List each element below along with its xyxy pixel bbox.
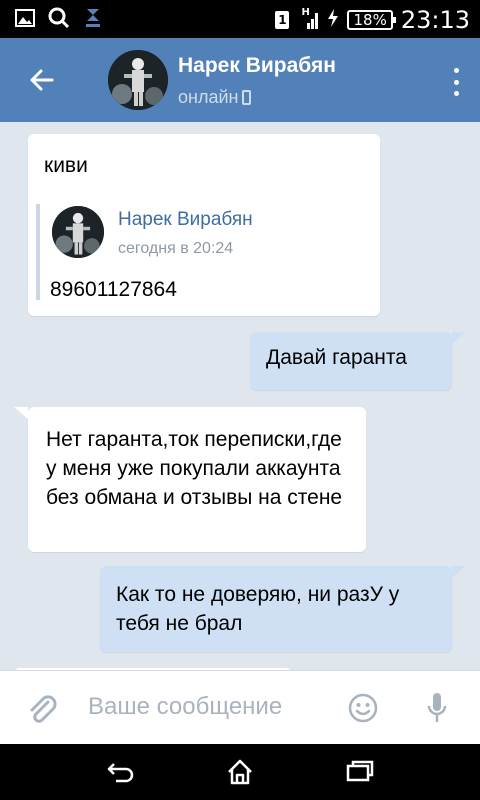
chat-header: Нарек Вирабян онлайн (0, 38, 480, 122)
outgoing-message[interactable]: Как то не доверяю, ни разУ у тебя не бра… (100, 566, 452, 652)
message-input[interactable]: Ваше сообщение (88, 693, 282, 721)
charging-icon (327, 8, 339, 32)
forward-divider (36, 204, 40, 300)
forwarded-text: 89601127864 (50, 278, 177, 301)
app-icon (82, 7, 104, 29)
contact-name[interactable]: Нарек Вирабян (178, 54, 336, 78)
outgoing-message[interactable]: Давай гаранта (250, 332, 452, 390)
status-bar: 1 H 18% 23:13 (0, 0, 480, 38)
message-text: киви (44, 154, 88, 177)
recent-apps-icon[interactable] (346, 760, 374, 782)
search-icon (48, 7, 70, 29)
clock: 23:13 (400, 6, 470, 34)
attach-icon[interactable] (26, 693, 60, 727)
bubble-tail (452, 566, 466, 578)
signal-icon: H (297, 7, 319, 31)
forwarded-avatar[interactable] (52, 206, 104, 258)
sim-icon: 1 (275, 11, 290, 29)
back-icon[interactable] (106, 760, 136, 784)
home-icon[interactable] (226, 758, 254, 786)
incoming-message[interactable]: киви Нарек Вирабян сегодня в 20:24 89601… (28, 134, 380, 316)
back-arrow-icon[interactable] (26, 64, 58, 96)
message-list[interactable]: киви Нарек Вирабян сегодня в 20:24 89601… (0, 122, 480, 670)
message-composer: Ваше сообщение (0, 670, 480, 744)
bubble-tail (452, 332, 466, 344)
forwarded-date: сегодня в 20:24 (118, 240, 234, 257)
mobile-phone-icon (242, 90, 252, 105)
avatar[interactable] (108, 50, 168, 110)
emoji-icon[interactable] (348, 693, 378, 723)
contact-status: онлайн (178, 87, 252, 108)
microphone-icon[interactable] (426, 691, 448, 725)
system-nav-bar (0, 744, 480, 800)
bubble-tail (14, 407, 28, 419)
status-label: онлайн (178, 87, 239, 107)
more-menu-icon[interactable] (452, 68, 460, 96)
incoming-message[interactable]: Нет гаранта,ток переписки,где у меня уже… (28, 407, 366, 552)
gallery-icon (14, 7, 36, 29)
forwarded-sender[interactable]: Нарек Вирабян (118, 209, 253, 231)
battery-level: 18% (347, 10, 397, 30)
